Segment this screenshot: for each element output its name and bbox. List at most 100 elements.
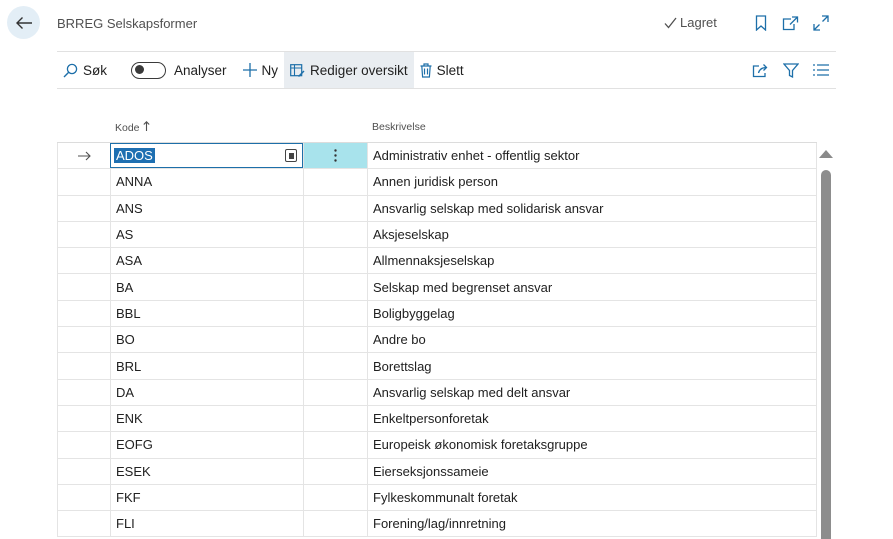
new-button[interactable]: Ny	[237, 52, 285, 88]
row-actions-cell[interactable]	[303, 143, 367, 169]
row-indicator[interactable]	[57, 221, 110, 248]
back-button[interactable]	[7, 6, 40, 39]
description-value: Eierseksjonssameie	[373, 463, 489, 479]
row-actions-cell[interactable]	[303, 432, 367, 458]
description-cell[interactable]: Selskap med begrenset ansvar	[367, 274, 817, 300]
row-indicator[interactable]	[57, 274, 110, 300]
row-indicator[interactable]	[57, 143, 110, 169]
row-indicator[interactable]	[57, 248, 110, 274]
code-field-input[interactable]: ADOS	[110, 143, 303, 169]
table-row[interactable]: EOFG Europeisk økonomisk foretaksgruppe	[57, 432, 817, 459]
lookup-icon[interactable]	[285, 149, 297, 162]
row-indicator[interactable]	[57, 353, 110, 379]
description-cell[interactable]: Fylkeskommunalt foretak	[367, 484, 817, 511]
save-status-label: Lagret	[680, 15, 717, 30]
code-cell[interactable]: ESEK	[110, 458, 303, 484]
table-row[interactable]: ANS Ansvarlig selskap med solidarisk ansv…	[57, 195, 817, 222]
row-actions-cell[interactable]	[303, 169, 367, 195]
description-cell[interactable]: Aksjeselskap	[367, 221, 817, 248]
code-cell[interactable]: BO	[110, 327, 303, 353]
scrollbar-thumb[interactable]	[821, 170, 831, 539]
row-actions-cell[interactable]	[303, 405, 367, 432]
edit-list-label: Rediger oversikt	[310, 62, 408, 78]
row-indicator[interactable]	[57, 484, 110, 511]
search-button[interactable]: Søk	[57, 52, 113, 88]
code-cell[interactable]: AS	[110, 221, 303, 248]
description-cell[interactable]: Enkeltpersonforetak	[367, 405, 817, 432]
description-cell[interactable]: Eierseksjonssameie	[367, 458, 817, 484]
row-indicator[interactable]	[57, 458, 110, 484]
table-row[interactable]: FKF Fylkeskommunalt foretak	[57, 484, 817, 512]
delete-button[interactable]: Slett	[414, 52, 470, 88]
table-row[interactable]: BRL Borettslag	[57, 353, 817, 380]
row-actions-cell[interactable]	[303, 511, 367, 537]
row-actions-cell[interactable]	[303, 484, 367, 511]
code-cell[interactable]: ENK	[110, 405, 303, 432]
description-cell[interactable]: Europeisk økonomisk foretaksgruppe	[367, 432, 817, 458]
expand-icon[interactable]	[812, 14, 830, 32]
filter-icon[interactable]	[782, 61, 800, 79]
table-row[interactable]: BA Selskap med begrenset ansvar	[57, 274, 817, 301]
code-cell[interactable]: BA	[110, 274, 303, 300]
row-actions-cell[interactable]	[303, 327, 367, 353]
edit-list-button[interactable]: Rediger oversikt	[284, 52, 414, 88]
description-cell[interactable]: Allmennaksjeselskap	[367, 248, 817, 274]
row-indicator[interactable]	[57, 195, 110, 221]
description-cell[interactable]: Administrativ enhet - offentlig sektor	[367, 143, 817, 169]
sort-ascending-icon	[143, 121, 151, 131]
open-new-window-icon[interactable]	[781, 14, 799, 32]
share-icon[interactable]	[751, 61, 769, 79]
row-actions-cell[interactable]	[303, 248, 367, 274]
table-row[interactable]: BO Andre bo	[57, 327, 817, 354]
row-actions-cell[interactable]	[303, 379, 367, 405]
table-row[interactable]: BBL Boligbyggelag	[57, 300, 817, 328]
row-actions-cell[interactable]	[303, 353, 367, 379]
page-title: BRREG Selskapsformer	[57, 16, 198, 31]
list-view-icon[interactable]	[812, 61, 830, 79]
row-indicator[interactable]	[57, 432, 110, 458]
row-actions-cell[interactable]	[303, 458, 367, 484]
code-cell[interactable]: ANS	[110, 195, 303, 221]
analyze-toggle[interactable]: Analyser	[125, 52, 233, 88]
search-icon	[63, 63, 78, 77]
table-row[interactable]: ESEK Eierseksjonssameie	[57, 458, 817, 485]
table-row[interactable]: ENK Enkeltpersonforetak	[57, 405, 817, 433]
row-indicator[interactable]	[57, 379, 110, 405]
code-cell[interactable]: BRL	[110, 353, 303, 379]
scroll-up-arrow[interactable]	[819, 150, 833, 158]
row-actions-cell[interactable]	[303, 274, 367, 300]
row-indicator[interactable]	[57, 169, 110, 195]
code-cell[interactable]: ANNA	[110, 169, 303, 195]
row-indicator[interactable]	[57, 300, 110, 327]
table-row[interactable]: ANNA Annen juridisk person	[57, 169, 817, 196]
code-cell[interactable]: ASA	[110, 248, 303, 274]
description-cell[interactable]: Ansvarlig selskap med solidarisk ansvar	[367, 195, 817, 221]
description-cell[interactable]: Ansvarlig selskap med delt ansvar	[367, 379, 817, 405]
row-actions-cell[interactable]	[303, 221, 367, 248]
description-cell[interactable]: Borettslag	[367, 353, 817, 379]
row-indicator[interactable]	[57, 405, 110, 432]
code-cell[interactable]: FLI	[110, 511, 303, 537]
table-row[interactable]: FLI Forening/lag/innretning	[57, 511, 817, 538]
table-row[interactable]: ADOS Administrativ enhet - offentlig sekt…	[57, 143, 817, 170]
code-cell[interactable]: BBL	[110, 300, 303, 327]
description-cell[interactable]: Andre bo	[367, 327, 817, 353]
column-header-code[interactable]: Kode	[115, 121, 151, 134]
column-header-description[interactable]: Beskrivelse	[372, 121, 426, 133]
table-row[interactable]: AS Aksjeselskap	[57, 221, 817, 249]
table-row[interactable]: DA Ansvarlig selskap med delt ansvar	[57, 379, 817, 406]
row-actions-cell[interactable]	[303, 300, 367, 327]
code-cell[interactable]: FKF	[110, 484, 303, 511]
description-cell[interactable]: Boligbyggelag	[367, 300, 817, 327]
description-cell[interactable]: Forening/lag/innretning	[367, 511, 817, 537]
toggle-switch[interactable]	[131, 61, 167, 79]
save-status: Lagret	[664, 15, 717, 30]
row-indicator[interactable]	[57, 511, 110, 537]
description-cell[interactable]: Annen juridisk person	[367, 169, 817, 195]
table-row[interactable]: ASA Allmennaksjeselskap	[57, 248, 817, 275]
code-cell[interactable]: EOFG	[110, 432, 303, 458]
bookmark-icon[interactable]	[752, 14, 770, 32]
row-actions-cell[interactable]	[303, 195, 367, 221]
code-cell[interactable]: DA	[110, 379, 303, 405]
row-indicator[interactable]	[57, 327, 110, 353]
